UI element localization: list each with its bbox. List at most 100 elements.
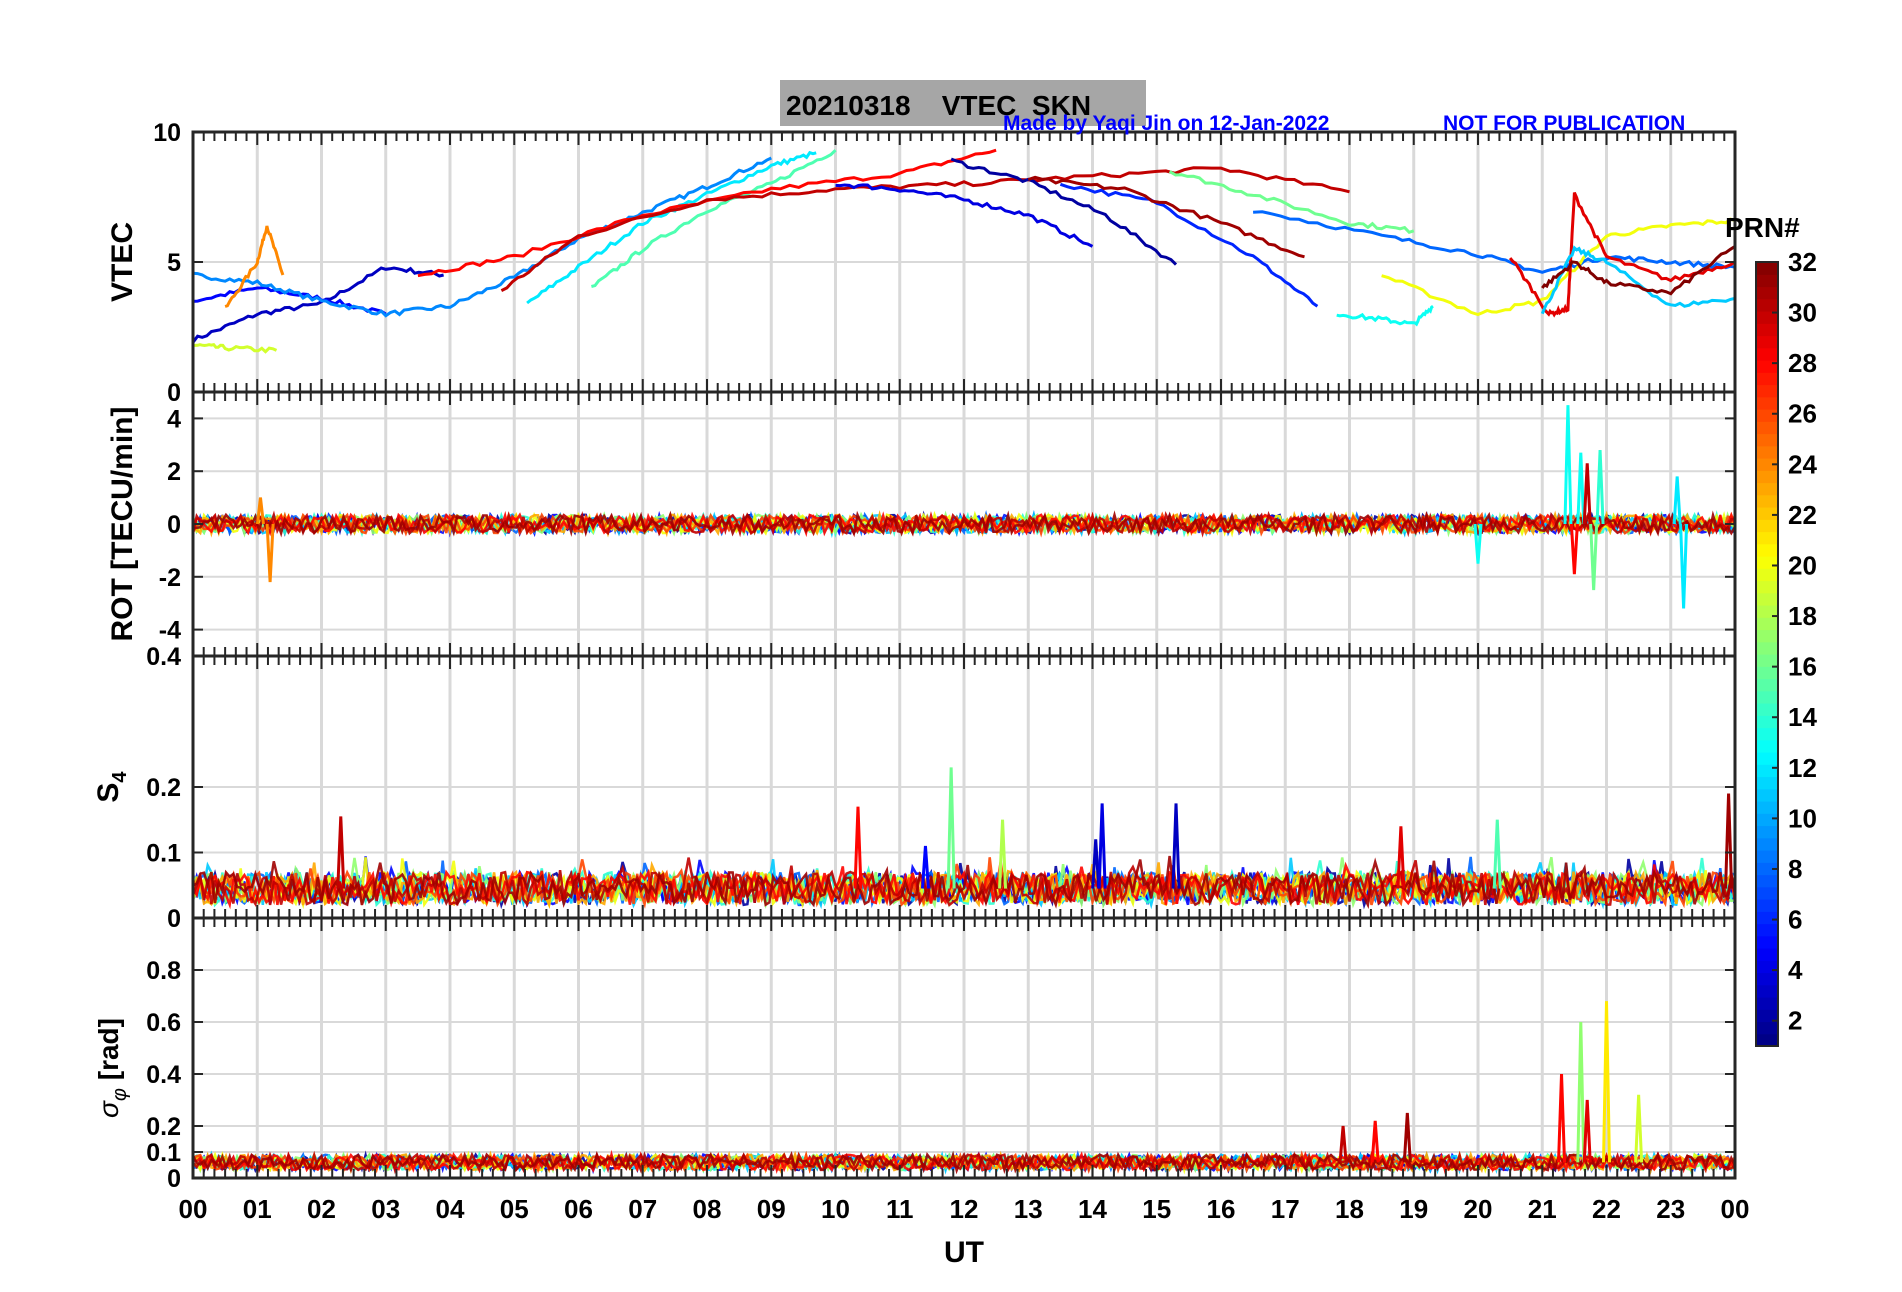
- colorbar-segment: [1756, 482, 1778, 496]
- x-tick-label: 03: [371, 1194, 400, 1224]
- vtec-series-prn-29: [1508, 191, 1736, 318]
- colorbar-segment: [1756, 666, 1778, 680]
- colorbar-segment: [1756, 850, 1778, 863]
- colorbar-segment: [1756, 384, 1778, 398]
- y-tick-label: 0: [167, 1165, 181, 1193]
- x-tick-label: 00: [1721, 1194, 1750, 1224]
- x-tick-label: 02: [307, 1194, 336, 1224]
- colorbar-segment: [1756, 629, 1778, 643]
- colorbar-segment: [1756, 739, 1778, 753]
- y-tick-label: 0.1: [146, 840, 181, 868]
- colorbar-segment: [1756, 948, 1778, 961]
- x-tick-label: 14: [1078, 1194, 1107, 1224]
- colorbar-segment: [1756, 776, 1778, 790]
- figure: 0510VTEC-4-2024ROT [TECU/min]00.10.20.4S…: [92, 119, 1817, 1269]
- y-tick-label: 0.2: [146, 1113, 181, 1141]
- spike-prn-28: [853, 806, 863, 889]
- x-tick-label: 17: [1271, 1194, 1300, 1224]
- y-tick-label: 0.1: [146, 1139, 181, 1167]
- colorbar-segment: [1756, 923, 1778, 937]
- colorbar-segment: [1756, 531, 1778, 545]
- colorbar-segment: [1756, 262, 1778, 275]
- colorbar-tick-label: 18: [1788, 601, 1817, 631]
- y-tick-label: 5: [167, 249, 181, 277]
- credit-text: Made by Yaqi Jin on 12-Jan-2022: [1003, 112, 1330, 135]
- colorbar-tick-label: 32: [1788, 247, 1817, 277]
- colorbar-segment: [1756, 335, 1778, 349]
- colorbar-tick-label: 10: [1788, 803, 1817, 833]
- x-tick-label: 22: [1592, 1194, 1621, 1224]
- spike-prn-31: [1724, 793, 1734, 889]
- colorbar-segment: [1756, 274, 1778, 288]
- colorbar-segment: [1756, 984, 1778, 998]
- colorbar-segment: [1756, 556, 1778, 569]
- colorbar-tick-label: 14: [1788, 702, 1817, 732]
- colorbar-segment: [1756, 360, 1778, 373]
- y-axis-label: ROT [TECU/min]: [106, 407, 139, 642]
- x-tick-label: 09: [757, 1194, 786, 1224]
- x-tick-label: 11: [886, 1194, 914, 1224]
- x-axis-label: UT: [944, 1236, 984, 1269]
- y-tick-label: 0.4: [146, 1061, 181, 1089]
- colorbar-title: PRN#: [1725, 212, 1800, 243]
- x-tick-label: 07: [628, 1194, 657, 1224]
- y-axis-label: VTEC: [106, 222, 139, 302]
- colorbar-segment: [1756, 911, 1778, 925]
- colorbar-segment: [1756, 494, 1778, 508]
- colorbar-tick-label: 16: [1788, 652, 1817, 682]
- colorbar-segment: [1756, 690, 1778, 704]
- colorbar-segment: [1756, 592, 1778, 606]
- colorbar-segment: [1756, 764, 1778, 778]
- colorbar-tick-label: 24: [1788, 449, 1817, 479]
- spike-prn-13: [1563, 405, 1573, 525]
- spike-prn-17: [1576, 1021, 1586, 1163]
- colorbar-segment: [1756, 347, 1778, 361]
- y-tick-label: -4: [159, 617, 181, 645]
- colorbar-segment: [1756, 813, 1778, 827]
- x-tick-label: 10: [821, 1194, 850, 1224]
- colorbar-tick-label: 8: [1788, 854, 1802, 884]
- colorbar-segment: [1756, 543, 1778, 557]
- colorbar-tick-label: 28: [1788, 348, 1817, 378]
- y-tick-label: 2: [167, 458, 181, 486]
- colorbar-segment: [1756, 286, 1778, 300]
- x-tick-label: 06: [564, 1194, 593, 1224]
- spike-prn-14: [1595, 450, 1605, 525]
- vtec-series-prn-12: [526, 150, 817, 305]
- x-tick-label: 16: [1207, 1194, 1236, 1224]
- colorbar-segment: [1756, 960, 1778, 974]
- colorbar-tick-label: 6: [1788, 905, 1802, 935]
- y-tick-label: 0: [167, 511, 181, 539]
- y-tick-label: 4: [167, 405, 181, 433]
- spike-prn-4: [1097, 803, 1107, 889]
- colorbar-segment: [1756, 1021, 1778, 1035]
- spike-prn-29: [1582, 1099, 1592, 1163]
- x-tick-label: 21: [1528, 1194, 1557, 1224]
- x-tick-label: 04: [436, 1194, 465, 1224]
- colorbar-segment: [1756, 997, 1778, 1010]
- colorbar-segment: [1756, 409, 1778, 422]
- vtec-series-prn-19: [192, 342, 278, 354]
- y-tick-label: 0: [167, 379, 181, 407]
- spike-prn-3: [1171, 803, 1181, 889]
- colorbar-segment: [1756, 617, 1778, 631]
- y-tick-label: 10: [153, 119, 181, 147]
- colorbar-segment: [1756, 323, 1778, 337]
- colorbar-segment: [1756, 874, 1778, 888]
- colorbar-segment: [1756, 396, 1778, 410]
- x-tick-label: 15: [1142, 1194, 1171, 1224]
- x-tick-label: 00: [179, 1194, 208, 1224]
- y-axis-label: σφ [rad]: [93, 1018, 131, 1118]
- colorbar-segment: [1756, 752, 1778, 765]
- colorbar-segment: [1756, 899, 1778, 912]
- x-tick-label: 18: [1335, 1194, 1364, 1224]
- x-tick-label: 23: [1656, 1194, 1685, 1224]
- colorbar-tick-label: 4: [1788, 955, 1803, 985]
- colorbar-segment: [1756, 641, 1778, 655]
- colorbar-segment: [1756, 727, 1778, 741]
- y-tick-label: 0.2: [146, 774, 181, 802]
- y-tick-label: 0.6: [146, 1009, 181, 1037]
- x-tick-label: 19: [1399, 1194, 1428, 1224]
- colorbar-tick-label: 22: [1788, 500, 1817, 530]
- colorbar-segment: [1756, 568, 1778, 582]
